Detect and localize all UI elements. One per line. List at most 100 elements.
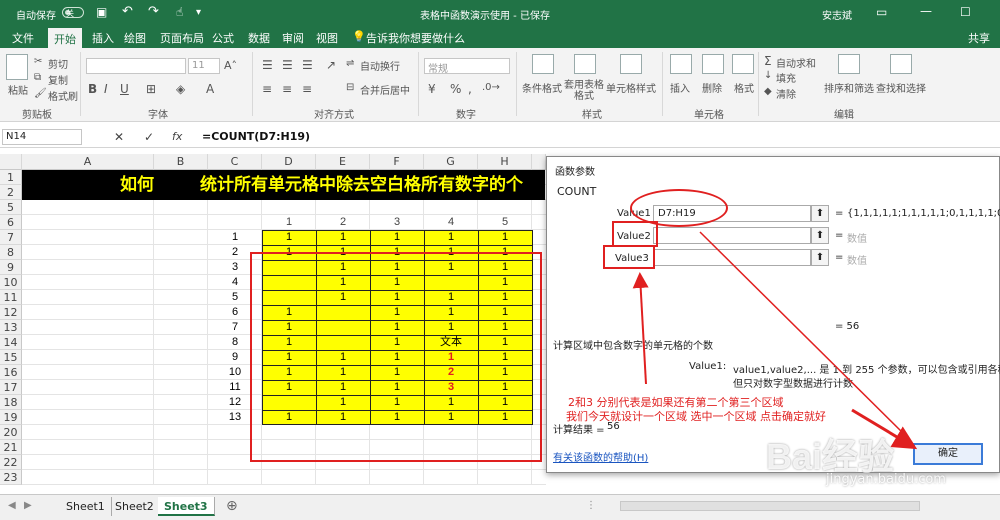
- data-cell[interactable]: 1: [262, 230, 316, 245]
- share-button[interactable]: 共享: [968, 30, 990, 46]
- tab-insert[interactable]: 插入: [92, 30, 114, 46]
- tab-formulas[interactable]: 公式: [212, 30, 234, 46]
- row-header[interactable]: 16: [0, 365, 22, 380]
- value3-input[interactable]: [653, 249, 811, 266]
- column-number[interactable]: 3: [370, 215, 424, 230]
- formula-input[interactable]: =COUNT(D7:H19): [202, 130, 310, 143]
- ribbon-display-icon[interactable]: ▭: [876, 5, 887, 19]
- wrap-text-button[interactable]: 自动换行: [360, 58, 400, 73]
- number-format-box[interactable]: 常规: [424, 58, 510, 75]
- tab-view[interactable]: 视图: [316, 30, 338, 46]
- insert-cells-button[interactable]: 插入: [670, 80, 690, 95]
- sheet-tab-2[interactable]: Sheet2: [109, 497, 161, 516]
- column-header[interactable]: H: [478, 154, 532, 170]
- cut-icon[interactable]: ✂: [34, 56, 42, 67]
- horizontal-scrollbar[interactable]: [620, 501, 920, 511]
- next-sheet-icon[interactable]: ▶: [24, 500, 32, 511]
- scroll-options-icon[interactable]: ⋮: [586, 500, 596, 511]
- delete-cells-icon[interactable]: [702, 54, 724, 74]
- tab-draw[interactable]: 绘图: [124, 30, 146, 46]
- sort-filter-button[interactable]: 排序和筛选: [824, 80, 874, 95]
- data-cell[interactable]: 1: [370, 230, 424, 245]
- paste-icon[interactable]: [6, 54, 28, 80]
- insert-function-button[interactable]: fx: [172, 130, 182, 143]
- paste-button[interactable]: 粘贴: [8, 82, 28, 97]
- maximize-icon[interactable]: ☐: [960, 5, 971, 19]
- column-header[interactable]: B: [154, 154, 208, 170]
- tab-home[interactable]: 开始: [48, 28, 82, 48]
- help-link[interactable]: 有关该函数的帮助(H): [553, 449, 648, 464]
- data-cell[interactable]: 1: [478, 230, 532, 245]
- row-header[interactable]: 6: [0, 215, 22, 230]
- tab-page-layout[interactable]: 页面布局: [160, 30, 204, 46]
- fill-button[interactable]: 填充: [776, 70, 796, 85]
- sheet-tab-1[interactable]: Sheet1: [60, 497, 112, 516]
- row-header[interactable]: 2: [0, 185, 22, 200]
- sheet-tab-3[interactable]: Sheet3: [158, 497, 215, 516]
- format-cells-button[interactable]: 格式: [734, 80, 754, 95]
- autosum-button[interactable]: 自动求和: [776, 55, 816, 70]
- autosum-icon[interactable]: Σ: [764, 54, 772, 68]
- conditional-format-button[interactable]: 条件格式: [522, 80, 562, 95]
- column-number[interactable]: 4: [424, 215, 478, 230]
- sort-filter-icon[interactable]: [838, 54, 860, 74]
- copy-button[interactable]: 复制: [48, 72, 68, 87]
- column-header[interactable]: C: [208, 154, 262, 170]
- row-header[interactable]: 12: [0, 305, 22, 320]
- row-header[interactable]: 8: [0, 245, 22, 260]
- tab-data[interactable]: 数据: [248, 30, 270, 46]
- data-cell[interactable]: 1: [424, 230, 478, 245]
- align-middle-icon[interactable]: ☰: [282, 58, 293, 72]
- align-bottom-icon[interactable]: ☰: [302, 58, 313, 72]
- percent-button[interactable]: %: [450, 82, 461, 96]
- find-select-icon[interactable]: [890, 54, 912, 74]
- undo-icon[interactable]: ↶: [122, 4, 133, 19]
- row-header[interactable]: 18: [0, 395, 22, 410]
- cut-button[interactable]: 剪切: [48, 56, 68, 71]
- orientation-icon[interactable]: ↗: [326, 58, 336, 72]
- row-header[interactable]: 15: [0, 350, 22, 365]
- format-cells-icon[interactable]: [732, 54, 754, 74]
- grow-font-icon[interactable]: A˄: [224, 59, 237, 72]
- align-right-icon[interactable]: ≡: [302, 82, 312, 96]
- font-name-box[interactable]: [86, 58, 186, 74]
- row-header[interactable]: 22: [0, 455, 22, 470]
- redo-icon[interactable]: ↷: [148, 4, 159, 19]
- table-format-button[interactable]: 套用表格格式: [564, 80, 604, 102]
- format-painter-button[interactable]: 格式刷: [48, 88, 78, 103]
- prev-sheet-icon[interactable]: ◀: [8, 500, 16, 511]
- column-number[interactable]: 2: [316, 215, 370, 230]
- ok-button[interactable]: 确定: [913, 443, 983, 465]
- format-painter-icon[interactable]: 🖌: [34, 88, 47, 99]
- align-left-icon[interactable]: ≡: [262, 82, 272, 96]
- value2-input[interactable]: [653, 227, 811, 244]
- font-size-box[interactable]: 11: [188, 58, 220, 74]
- user-name[interactable]: 安志斌: [822, 7, 852, 22]
- cell-styles-icon[interactable]: [620, 54, 642, 74]
- table-format-icon[interactable]: [574, 54, 596, 74]
- fill-icon[interactable]: ↓: [764, 70, 772, 81]
- row-header[interactable]: 5: [0, 200, 22, 215]
- comma-icon[interactable]: ,: [468, 82, 472, 96]
- column-number[interactable]: 1: [262, 215, 316, 230]
- find-select-button[interactable]: 查找和选择: [876, 80, 926, 95]
- cancel-formula-button[interactable]: ✕: [114, 130, 124, 144]
- align-center-icon[interactable]: ≡: [282, 82, 292, 96]
- row-header[interactable]: 7: [0, 230, 22, 245]
- minimize-icon[interactable]: —: [920, 4, 932, 18]
- wrap-text-icon[interactable]: ⇌: [346, 58, 354, 69]
- conditional-format-icon[interactable]: [532, 54, 554, 74]
- row-header[interactable]: 23: [0, 470, 22, 485]
- row-header[interactable]: 1: [0, 170, 22, 185]
- data-cell[interactable]: 1: [316, 230, 370, 245]
- tab-review[interactable]: 审阅: [282, 30, 304, 46]
- add-sheet-icon[interactable]: ⊕: [226, 498, 238, 514]
- collapse-dialog-icon[interactable]: ⬆: [811, 227, 829, 244]
- border-icon[interactable]: ⊞: [146, 82, 156, 96]
- currency-icon[interactable]: ¥: [428, 82, 436, 96]
- row-header[interactable]: 13: [0, 320, 22, 335]
- align-top-icon[interactable]: ☰: [262, 58, 273, 72]
- font-color-icon[interactable]: A: [206, 82, 214, 96]
- column-header[interactable]: G: [424, 154, 478, 170]
- column-number[interactable]: 5: [478, 215, 532, 230]
